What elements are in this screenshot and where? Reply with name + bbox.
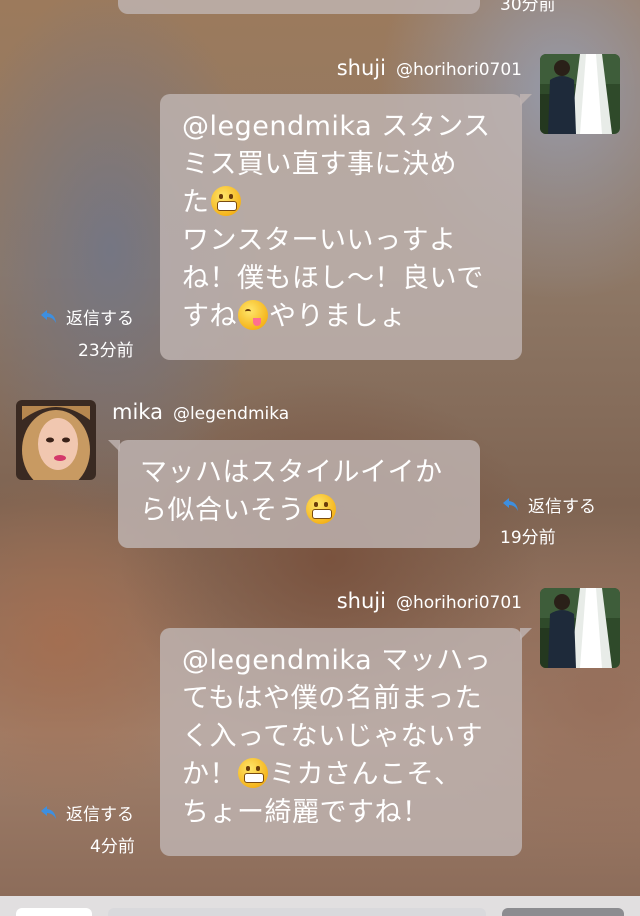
message-time-3: 4分前 <box>90 837 135 857</box>
message-author-3: shuji @horihori0701 <box>337 589 522 613</box>
avatar-mika[interactable] <box>16 400 96 480</box>
message-input[interactable] <box>108 908 486 916</box>
avatar-shuji[interactable] <box>540 588 620 668</box>
message-line: ワンスターいいっすよ <box>182 225 457 256</box>
author-name: shuji <box>336 56 386 80</box>
message-author-1: shuji @horihori0701 <box>337 56 522 80</box>
avatar-shuji[interactable] <box>540 54 620 134</box>
message-time-2: 19分前 <box>500 528 556 548</box>
reply-button-1[interactable]: 返信する <box>40 304 134 329</box>
reply-button-2[interactable]: 返信する <box>502 492 596 517</box>
message-line: ミス買い直す事に決め <box>182 149 457 180</box>
message-time-1: 23分前 <box>78 341 134 361</box>
message-line: た <box>182 184 502 222</box>
message-line: か！ ミカさんこそ、 <box>182 758 462 790</box>
message-line: ちょー綺麗ですね！ <box>182 797 430 828</box>
message-bubble-partial <box>118 0 480 14</box>
author-handle: @legendmika <box>172 404 290 424</box>
reply-button-3[interactable]: 返信する <box>40 800 134 825</box>
message-line: @legendmika スタンス <box>182 111 491 142</box>
waterfall-photo-icon <box>540 588 620 668</box>
message-line: @legendmika マッハっ <box>182 645 492 676</box>
author-handle: @horihori0701 <box>395 593 522 613</box>
reply-arrow-icon <box>41 805 56 819</box>
author-handle: @horihori0701 <box>395 60 522 80</box>
grinning-face-emoji <box>238 758 268 788</box>
message-author-2: mika @legendmika <box>112 400 289 424</box>
author-name: shuji <box>336 589 386 613</box>
message-time-partial: 30分前 <box>500 0 556 15</box>
reply-label: 返信する <box>66 805 134 825</box>
message-line: すね やりましょ <box>182 300 407 332</box>
author-name: mika <box>112 400 163 424</box>
attach-button[interactable] <box>16 908 92 916</box>
message-line: ね！僕もほし〜！良いで <box>182 263 484 294</box>
send-button[interactable] <box>502 908 624 916</box>
profile-photo-icon <box>16 400 96 480</box>
reply-label: 返信する <box>66 309 134 329</box>
reply-arrow-icon <box>41 309 56 323</box>
message-line: マッハはスタイルイイか <box>140 457 443 488</box>
message-bubble-3[interactable]: @legendmika マッハっ てもはや僕の名前まった く入ってないじゃないす… <box>160 628 532 856</box>
reply-label: 返信する <box>528 497 596 517</box>
grinning-face-emoji <box>306 494 336 524</box>
message-bubble-1[interactable]: @legendmika スタンス ミス買い直す事に決め た ワンスターいいっすよ… <box>160 94 532 360</box>
reply-arrow-icon <box>503 497 518 511</box>
grinning-face-emoji <box>210 186 241 216</box>
message-line: てもはや僕の名前まった <box>182 683 483 714</box>
message-line: ら似合いそう <box>140 492 460 530</box>
message-bubble-2[interactable]: マッハはスタイルイイか ら似合いそう <box>108 440 480 548</box>
message-line: く入ってないじゃないす <box>182 721 484 752</box>
yum-face-emoji <box>238 300 268 330</box>
waterfall-photo-icon <box>540 54 620 134</box>
